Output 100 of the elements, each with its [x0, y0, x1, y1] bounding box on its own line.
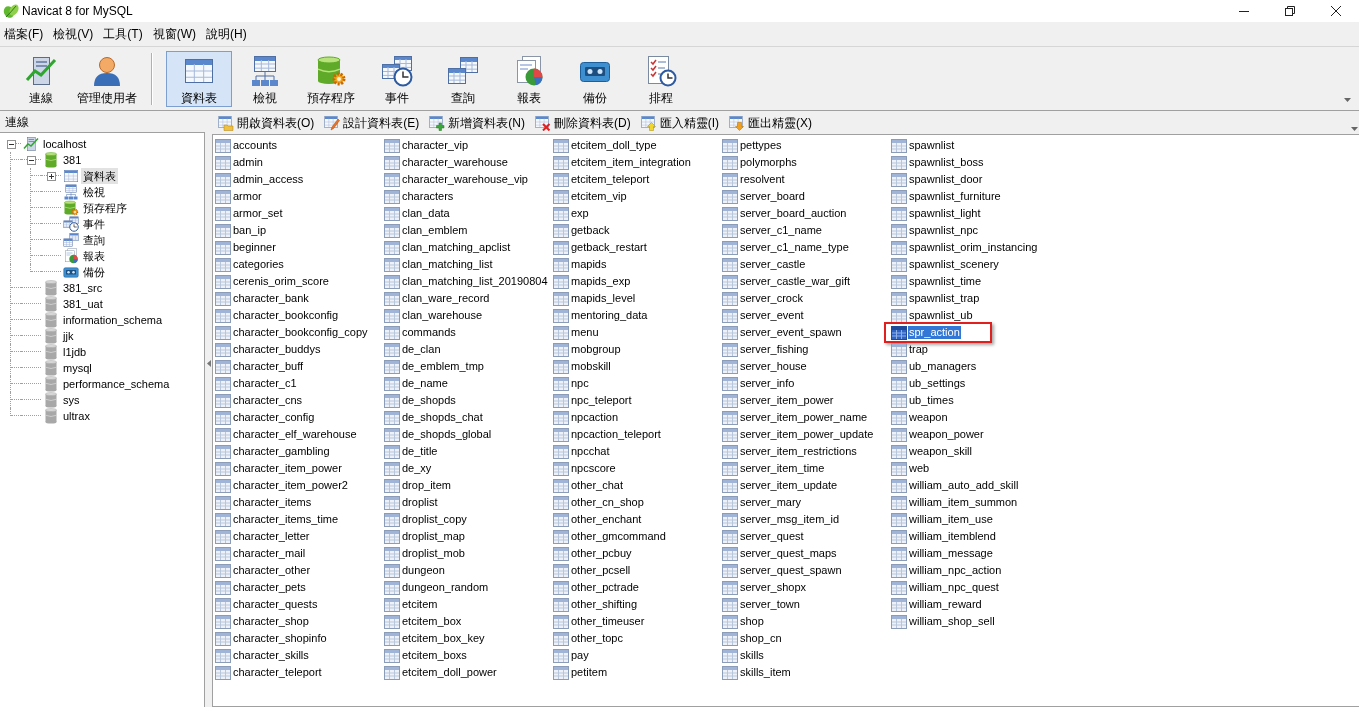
table-item[interactable]: mobskill [570, 360, 612, 373]
table-item[interactable]: william_reward [908, 598, 983, 611]
toolbar-button[interactable]: 設計資料表(E) [323, 112, 421, 133]
toolbar-button[interactable]: 資料表 [166, 51, 232, 107]
table-item[interactable]: mapids_exp [570, 275, 632, 288]
table-item[interactable]: web [908, 462, 931, 475]
table-item[interactable]: de_name [401, 377, 449, 390]
table-item[interactable]: character_config [232, 411, 316, 424]
table-item[interactable]: spr_action [908, 326, 961, 339]
table-item[interactable]: character_skills [232, 649, 310, 662]
table-item[interactable]: other_pctrade [570, 581, 640, 594]
table-item[interactable]: de_emblem_tmp [401, 360, 485, 373]
table-item[interactable]: server_item_update [739, 479, 839, 492]
table-item[interactable]: character_other [232, 564, 312, 577]
table-item[interactable]: etcitem_teleport [570, 173, 651, 186]
table-item[interactable]: mobgroup [570, 343, 622, 356]
toolbar-button[interactable]: 開啟資料表(O) [217, 112, 316, 133]
table-item[interactable]: server_event [739, 309, 805, 322]
menubar-entry[interactable]: 視窗(W) [148, 25, 200, 43]
table-item[interactable]: etcitem [401, 598, 439, 611]
tree-item[interactable]: information_schema [61, 312, 165, 328]
table-item[interactable]: admin_access [232, 173, 305, 186]
table-item[interactable]: dungeon [401, 564, 446, 577]
table-item[interactable]: getback_restart [570, 241, 648, 254]
table-item[interactable]: spawnlist_trap [908, 292, 981, 305]
table-item[interactable]: spawnlist [908, 139, 956, 152]
table-item[interactable]: character_vip [401, 139, 470, 152]
tree-item[interactable]: 381_src [61, 280, 105, 296]
table-item[interactable]: other_timeuser [570, 615, 646, 628]
tree-item[interactable]: mysql [61, 360, 94, 376]
table-item[interactable]: armor_set [232, 207, 284, 220]
menubar-entry[interactable]: 說明(H) [202, 25, 251, 43]
collapse-icon[interactable] [27, 156, 36, 165]
table-item[interactable]: npcaction_teleport [570, 428, 662, 441]
table-item[interactable]: server_item_restrictions [739, 445, 858, 458]
table-item[interactable]: other_enchant [570, 513, 643, 526]
table-item[interactable]: server_info [739, 377, 796, 390]
table-item[interactable]: server_shopx [739, 581, 808, 594]
table-item[interactable]: spawnlist_furniture [908, 190, 1002, 203]
table-item[interactable]: character_item_power2 [232, 479, 349, 492]
table-item[interactable]: server_item_power [739, 394, 835, 407]
tree-item[interactable]: 預存程序 [81, 200, 129, 216]
table-item[interactable]: william_item_use [908, 513, 994, 526]
table-item[interactable]: character_quests [232, 598, 319, 611]
toolbar-button[interactable]: 排程 [628, 51, 694, 107]
table-item[interactable]: drop_item [401, 479, 452, 492]
table-item[interactable]: character_elf_warehouse [232, 428, 358, 441]
table-item[interactable]: spawnlist_npc [908, 224, 980, 237]
table-item[interactable]: armor [232, 190, 263, 203]
table-item[interactable]: skills_item [739, 666, 792, 679]
table-item[interactable]: william_npc_quest [908, 581, 1000, 594]
menubar-entry[interactable]: 檔案(F) [0, 25, 48, 43]
table-item[interactable]: petitem [570, 666, 609, 679]
table-item[interactable]: clan_warehouse [401, 309, 484, 322]
table-item[interactable]: npcaction [570, 411, 620, 424]
toolbar-button[interactable]: 報表 [496, 51, 562, 107]
table-item[interactable]: server_event_spawn [739, 326, 843, 339]
overflow-caret-icon[interactable] [1351, 127, 1358, 131]
overflow-caret-icon[interactable] [1344, 98, 1351, 102]
table-item[interactable]: npc_teleport [570, 394, 633, 407]
table-item[interactable]: spawnlist_orim_instancing [908, 241, 1039, 254]
table-item[interactable]: ub_times [908, 394, 955, 407]
table-item[interactable]: character_buddys [232, 343, 322, 356]
table-item[interactable]: de_clan [401, 343, 442, 356]
toolbar-button[interactable]: 匯入精靈(I) [639, 112, 720, 133]
tree-item[interactable]: localhost [41, 136, 89, 152]
table-item[interactable]: etcitem_box [401, 615, 463, 628]
table-item[interactable]: droplist_map [401, 530, 466, 543]
table-item[interactable]: etcitem_box_key [401, 632, 486, 645]
tree-item[interactable]: l1jdb [61, 344, 89, 360]
table-item[interactable]: de_xy [401, 462, 433, 475]
table-item[interactable]: mapids_level [570, 292, 637, 305]
table-item[interactable]: server_board_auction [739, 207, 848, 220]
table-item[interactable]: character_letter [232, 530, 311, 543]
table-item[interactable]: clan_emblem [401, 224, 469, 237]
toolbar-button[interactable]: 檢視 [232, 51, 298, 107]
table-item[interactable]: server_quest [739, 530, 805, 543]
table-item[interactable]: clan_matching_list [401, 258, 494, 271]
collapse-arrow-icon[interactable] [206, 360, 211, 367]
table-item[interactable]: mapids [570, 258, 608, 271]
table-item[interactable]: william_message [908, 547, 994, 560]
table-item[interactable]: clan_data [401, 207, 451, 220]
table-item[interactable]: polymorphs [739, 156, 798, 169]
table-item[interactable]: menu [570, 326, 600, 339]
table-item[interactable]: server_quest_spawn [739, 564, 843, 577]
table-item[interactable]: character_mail [232, 547, 307, 560]
toolbar-button[interactable]: 預存程序 [298, 51, 364, 107]
table-item[interactable]: spawnlist_light [908, 207, 982, 220]
table-item[interactable]: de_title [401, 445, 439, 458]
table-item[interactable]: characters [401, 190, 455, 203]
table-item[interactable]: exp [570, 207, 590, 220]
tree-item[interactable]: 381_uat [61, 296, 105, 312]
table-item[interactable]: skills [739, 649, 765, 662]
tree-item[interactable]: 資料表 [81, 168, 118, 184]
table-item[interactable]: etcitem_item_integration [570, 156, 692, 169]
tree-item[interactable]: 備份 [81, 264, 107, 280]
table-item[interactable]: admin [232, 156, 264, 169]
toolbar-button[interactable]: 查詢 [430, 51, 496, 107]
table-item[interactable]: server_quest_maps [739, 547, 838, 560]
table-item[interactable]: spawnlist_ub [908, 309, 974, 322]
